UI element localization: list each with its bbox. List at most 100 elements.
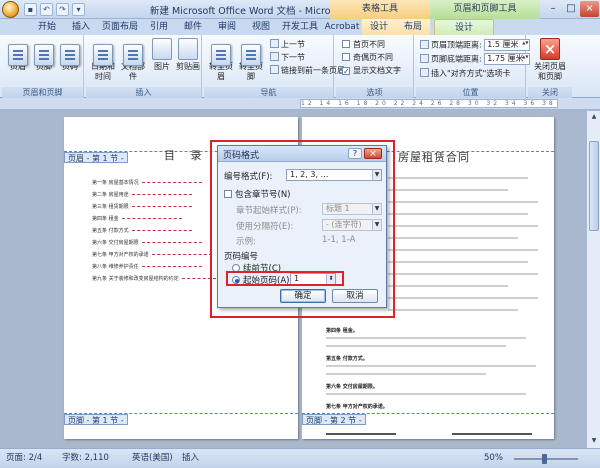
maximize-button[interactable]: □ [562,1,580,17]
toc-item[interactable]: 第一条 房屋基本情况 [92,179,202,186]
zoom-slider-knob[interactable] [542,454,547,464]
dropdown-arrow-icon: ▼ [372,170,381,180]
dialog-close-button[interactable]: × [364,148,382,159]
status-zoom[interactable]: 50% [484,449,503,468]
scroll-thumb[interactable] [589,141,599,231]
close-window-button[interactable]: × [580,1,599,17]
section-heading: 第四条 租金。 [326,328,358,334]
spinner-icon[interactable]: ⬍ [326,274,335,284]
header-button[interactable]: 页眉 [4,38,32,84]
status-page[interactable]: 页面: 2/4 [6,449,42,468]
quick-access-toolbar: ▪ ↶ ↷ ▾ [24,3,85,16]
show-doc-text-checkbox[interactable]: ✓ 显示文档文字 [342,65,401,77]
next-section-button[interactable]: 下一节 [270,52,305,64]
group-label-position: 位置 [416,87,525,98]
link-to-previous-button[interactable]: 链接到前一条页眉 [270,65,345,77]
page-number-button[interactable]: 页码 [56,38,84,84]
footer-tag-section-2: 页脚 - 第 2 节 - [302,414,366,425]
chapter-style-select[interactable]: 标题 1 ▼ [322,203,382,215]
tab-table-layout[interactable]: 布局 [396,19,430,35]
goto-footer-button[interactable]: 转至页脚 [236,38,266,84]
doc-parts-button[interactable]: 文档部件 [118,38,148,84]
dropdown-arrow-icon: ▼ [372,220,381,230]
help-button[interactable]: ? [348,148,362,159]
group-options: 首页不同 奇偶页不同 ✓ 显示文档文字 选项 [336,35,414,98]
tab-table-design[interactable]: 设计 [362,19,396,35]
tab-insert[interactable]: 插入 [64,19,98,35]
separator-select[interactable]: - (连字符) ▼ [322,219,382,231]
cancel-button[interactable]: 取消 [332,289,378,303]
toc-item[interactable]: 第三条 租赁期限 [92,203,192,210]
dialog-titlebar[interactable]: 页码格式 ? × [218,146,386,162]
redo-icon[interactable]: ↷ [56,3,69,16]
tab-header-footer-design[interactable]: 设计 [434,19,494,35]
footer-tag-section-1: 页脚 - 第 1 节 - [64,414,128,425]
vertical-scrollbar[interactable]: ▲ ▼ [586,111,600,448]
scroll-up-icon[interactable]: ▲ [589,112,599,122]
context-table-tools: 表格工具 [330,0,430,19]
chapter-style-label: 章节起始样式(P): [236,206,302,216]
goto-header-button[interactable]: 转至页眉 [206,38,236,84]
status-words[interactable]: 字数: 2,110 [62,449,109,468]
start-at-input[interactable]: 1 ⬍ [290,273,336,285]
save-icon[interactable]: ▪ [24,3,37,16]
number-format-label: 编号格式(F): [224,172,273,182]
tab-mailings[interactable]: 邮件 [176,19,210,35]
dialog-title: 页码格式 [223,151,260,161]
footer-from-bottom: 页脚底端距离: 1.75 厘米 [420,53,531,65]
diff-first-page-checkbox[interactable]: 首页不同 [342,39,385,51]
group-navigation: 转至页眉 转至页脚 上一节 下一节 链接到前一条页眉 导航 [204,35,345,98]
clip-art-icon [178,38,198,60]
office-button[interactable] [2,1,19,18]
continue-prev-radio[interactable]: 续前节(C) [232,262,281,274]
tab-review[interactable]: 审阅 [210,19,244,35]
page-number-format-dialog: 页码格式 ? × 编号格式(F): 1, 2, 3, … ▼ 包含章节号(N) 章… [217,145,387,308]
group-label-close: 关闭 [528,87,572,98]
link-icon [270,65,279,74]
header-icon [8,44,28,66]
footer-distance-input[interactable]: 1.75 厘米 [484,53,531,65]
tab-start[interactable]: 开始 [30,19,64,35]
calendar-icon [93,44,113,66]
toc-item[interactable]: 第五条 付款方式 [92,227,192,234]
close-header-footer-button[interactable]: 关闭页眉和页脚 [532,38,568,84]
group-label-navigation: 导航 [204,87,333,98]
toc-item[interactable]: 第八条 维修养护责任 [92,263,202,270]
toc-item[interactable]: 第四条 租金 [92,215,182,222]
tab-references[interactable]: 引用 [142,19,176,35]
group-label-options: 选项 [336,87,413,98]
footer-button[interactable]: 页脚 [30,38,58,84]
tab-view[interactable]: 视图 [244,19,278,35]
start-at-radio[interactable]: 起始页码(A): [232,274,292,286]
diff-odd-even-checkbox[interactable]: 奇偶页不同 [342,52,393,64]
tab-acrobat[interactable]: Acrobat [322,19,362,35]
header-distance-input[interactable]: 1.5 厘米 [484,39,531,51]
scroll-down-icon[interactable]: ▼ [589,436,599,446]
ok-button[interactable]: 确定 [280,289,326,303]
number-format-select[interactable]: 1, 2, 3, … ▼ [286,169,382,181]
include-chapter-checkbox[interactable]: 包含章节号(N) [224,188,291,200]
tab-page-layout[interactable]: 页面布局 [98,19,142,35]
group-position: 页眉顶端距离: 1.5 厘米 页脚底端距离: 1.75 厘米 插入"对齐方式"选… [416,35,531,98]
status-insert-mode[interactable]: 插入 [182,449,199,468]
tab-developer[interactable]: 开发工具 [278,19,322,35]
ruler-strip: 12 14 16 18 20 22 24 26 28 30 32 34 36 3… [0,98,600,110]
toc-item[interactable]: 第二条 房屋用途 [92,191,192,198]
customize-qat-icon[interactable]: ▾ [72,3,85,16]
horizontal-ruler[interactable]: 12 14 16 18 20 22 24 26 28 30 32 34 36 3… [300,99,558,108]
toc-item[interactable]: 第六条 交付房屋期限 [92,239,202,246]
insert-align-tab-button[interactable]: 插入"对齐方式"选项卡 [420,68,510,80]
picture-button[interactable]: 图片 [148,38,176,84]
arrow-down-icon [270,52,279,61]
section-heading: 第五条 付款方式。 [326,356,368,362]
status-language[interactable]: 英语(美国) [132,449,173,468]
date-time-button[interactable]: 日期和时间 [88,38,118,84]
minimize-button[interactable]: – [544,1,562,17]
clip-art-button[interactable]: 剪贴画 [174,38,202,84]
undo-icon[interactable]: ↶ [40,3,53,16]
group-header-footer: 页眉 页脚 页码 页眉和页脚 [2,35,84,98]
previous-section-button[interactable]: 上一节 [270,39,305,51]
doc-parts-icon [123,44,143,66]
toc-item[interactable]: 第七条 甲方对产权的承诺 [92,251,212,258]
group-label-header-footer: 页眉和页脚 [2,87,83,98]
